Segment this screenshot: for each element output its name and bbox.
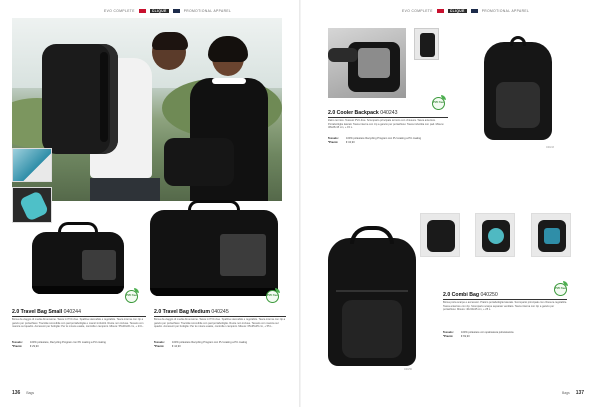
header-tagline: PROMOTIONAL APPAREL <box>481 9 530 13</box>
product-title: 2.0 Travel Bag Medium 040245 <box>154 309 229 315</box>
shoe-icon <box>544 228 560 244</box>
bag-base <box>150 288 278 296</box>
cooler-liner <box>358 48 390 78</box>
product-image-travel-bag-medium <box>150 200 278 296</box>
header-chip: CLIQUE <box>149 9 169 13</box>
product-thumb-cooler <box>414 28 439 60</box>
product-image-travel-bag-small <box>32 222 124 294</box>
flag-red-icon <box>138 9 146 13</box>
product-code: 040243 <box>380 110 398 116</box>
bag-base <box>32 286 124 294</box>
product-spec: Tessuto: 100% poliestere Recycling Progra… <box>328 137 422 144</box>
flag-red-icon <box>436 9 444 13</box>
pvc-free-badge: PVC free <box>432 95 446 110</box>
flag-navy-icon <box>172 9 180 13</box>
bag-handle <box>350 226 394 244</box>
photo-man-hair <box>152 32 188 50</box>
header-chip: CLIQUE <box>447 9 467 13</box>
bottle-icon <box>18 190 50 222</box>
pvc-free-badge: PVC free <box>554 281 568 296</box>
bottle-icon <box>488 228 504 244</box>
bag-seam <box>336 290 408 292</box>
detail-thumb-shoes <box>12 148 52 182</box>
leaf-icon <box>134 288 139 293</box>
product-title: 2.0 Combi Bag 040250 <box>443 292 498 298</box>
image-caption: 040250 <box>404 368 412 371</box>
cooler-thumb-bag <box>420 33 435 57</box>
product-spec: Tessuto: 100% poliestere Recycling Progra… <box>154 341 248 348</box>
bag-panel <box>220 234 266 276</box>
product-name: 2.0 Travel Bag Medium <box>154 309 210 315</box>
title-rule <box>328 117 448 118</box>
page-gutter <box>299 0 301 407</box>
flag-navy-icon <box>470 9 478 13</box>
product-description: Borsa porta scarpe e accessori. Pratico … <box>443 301 567 312</box>
combi-thumb-bag <box>427 220 455 252</box>
photo-arm <box>328 48 358 62</box>
title-rule <box>12 316 146 317</box>
header-tagline: PROMOTIONAL APPAREL <box>183 9 232 13</box>
header-brand-text: EVO COMPLETE <box>104 9 135 13</box>
header-brand-text: EVO COMPLETE <box>402 9 433 13</box>
bag-handle <box>58 222 98 232</box>
product-image-cooler-open <box>328 28 406 98</box>
bag-handle <box>188 200 240 210</box>
backpack-handle <box>510 36 526 46</box>
product-description: Zaino termico. Tessuto PVC-free. Scompar… <box>328 119 445 130</box>
detail-thumb-bottle <box>12 187 52 223</box>
product-spec: Tessuto: 100% poliestere con spalmatura p… <box>443 331 514 338</box>
page-footer-left: 136 Bags <box>12 390 34 396</box>
page-number: 137 <box>575 390 585 396</box>
photo-bag <box>164 138 234 186</box>
section-label: Bags <box>562 391 570 395</box>
bag-front-pocket <box>342 300 402 358</box>
leaf-icon <box>563 281 568 286</box>
product-name: 2.0 Cooler Backpack <box>328 110 379 116</box>
photo-man-pants <box>90 178 160 201</box>
photo-backpack <box>42 44 118 154</box>
backpack-pocket <box>496 82 540 128</box>
title-rule <box>443 299 567 300</box>
image-caption: 040243 <box>546 146 554 149</box>
page-number: 136 <box>12 390 21 396</box>
product-title: 2.0 Cooler Backpack 040243 <box>328 110 398 116</box>
photo-backpack-strap <box>100 52 108 142</box>
product-code: 040245 <box>211 309 229 315</box>
header-right: EVO COMPLETE CLIQUE PROMOTIONAL APPAREL <box>402 9 529 13</box>
photo-woman-collar <box>212 78 246 84</box>
section-label: Bags <box>26 391 35 395</box>
detail-thumb-combi-bottle <box>475 213 515 257</box>
product-description: Borsa da viaggio di media dimensione. Ta… <box>154 318 286 329</box>
product-code: 040250 <box>480 292 498 298</box>
lifestyle-photo <box>12 18 282 201</box>
pvc-free-badge: PVC free <box>125 288 139 303</box>
detail-thumb-combi-shoes <box>531 213 571 257</box>
product-description: Borsa da viaggio di media dimensione. Ta… <box>12 318 144 329</box>
title-rule <box>154 316 286 317</box>
product-image-combi-bag <box>328 226 416 366</box>
leaf-icon <box>275 288 280 293</box>
product-name: 2.0 Travel Bag Small <box>12 309 63 315</box>
product-name: 2.0 Combi Bag <box>443 292 480 298</box>
product-image-cooler-backpack <box>484 36 552 140</box>
detail-thumb-combi-strap <box>420 213 460 257</box>
bag-panel <box>82 250 116 280</box>
page-footer-right: Bags 137 <box>562 390 584 396</box>
header-left: EVO COMPLETE CLIQUE PROMOTIONAL APPAREL <box>104 9 231 13</box>
product-title: 2.0 Travel Bag Small 040244 <box>12 309 81 315</box>
product-code: 040244 <box>63 309 81 315</box>
pvc-free-badge: PVC free <box>266 288 280 303</box>
leaf-icon <box>441 95 446 100</box>
catalog-spread: EVO COMPLETE CLIQUE PROMOTIONAL APPAREL … <box>0 0 600 407</box>
product-spec: Tessuto: 100% poliestere, Recycling Progr… <box>12 341 106 348</box>
